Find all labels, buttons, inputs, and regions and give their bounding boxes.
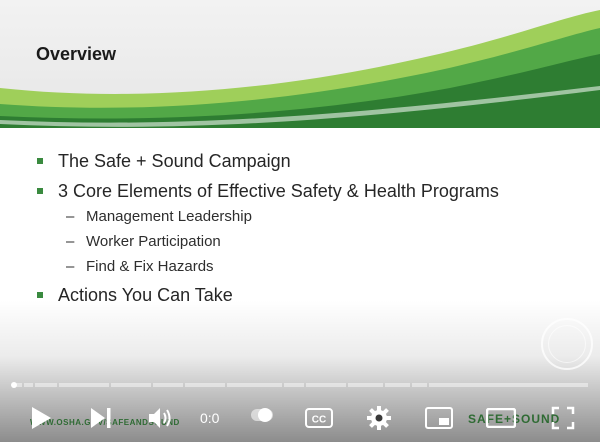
next-button[interactable]	[86, 402, 116, 434]
volume-button[interactable]	[144, 402, 178, 434]
settings-button[interactable]	[362, 402, 396, 434]
next-icon	[91, 408, 111, 428]
sub-bullet-list: – Management Leadership – Worker Partici…	[36, 208, 596, 276]
dash-marker: –	[66, 233, 75, 250]
fullscreen-icon	[551, 406, 575, 430]
toggle-icon	[251, 408, 273, 422]
sub-bullet-text: Management Leadership	[86, 208, 252, 225]
miniplayer-icon	[425, 407, 453, 429]
dash-marker: –	[66, 258, 75, 275]
theater-button[interactable]	[484, 402, 518, 434]
sub-bullet-text: Worker Participation	[86, 233, 221, 250]
slide: Overview The Safe + Sound Campaign 3 Cor…	[0, 0, 600, 442]
progress-bar[interactable]	[12, 383, 588, 387]
bullet-item: The Safe + Sound Campaign	[36, 150, 596, 172]
slide-title: Overview	[36, 44, 117, 64]
sub-bullet-item: – Find & Fix Hazards	[36, 258, 596, 276]
volume-icon	[149, 408, 171, 428]
bullet-list: The Safe + Sound Campaign 3 Core Element…	[36, 150, 596, 314]
sub-bullet-item: – Worker Participation	[36, 233, 596, 251]
captions-icon: CC	[305, 408, 333, 428]
sub-bullet-item: – Management Leadership	[36, 208, 596, 226]
settings-icon	[367, 406, 391, 430]
theater-icon	[486, 408, 516, 428]
time-display: 0:0	[200, 410, 220, 426]
bullet-square-icon	[37, 158, 43, 164]
bullet-item: 3 Core Elements of Effective Safety & He…	[36, 180, 596, 202]
play-icon	[32, 407, 51, 429]
dash-marker: –	[66, 208, 75, 225]
scrubber-handle[interactable]	[11, 382, 17, 388]
player-controls: 0:0 CC	[0, 398, 600, 438]
captions-button[interactable]: CC	[302, 402, 336, 434]
cc-label: CC	[312, 415, 326, 426]
bullet-square-icon	[37, 188, 43, 194]
dol-seal-icon	[541, 318, 593, 370]
fullscreen-button[interactable]	[546, 402, 580, 434]
bullet-square-icon	[37, 292, 43, 298]
sub-bullet-text: Find & Fix Hazards	[86, 258, 214, 275]
bullet-text: 3 Core Elements of Effective Safety & He…	[58, 181, 499, 201]
play-button[interactable]	[26, 402, 56, 434]
autoplay-toggle[interactable]	[251, 408, 273, 422]
miniplayer-button[interactable]	[422, 402, 456, 434]
bullet-text: The Safe + Sound Campaign	[58, 151, 291, 171]
